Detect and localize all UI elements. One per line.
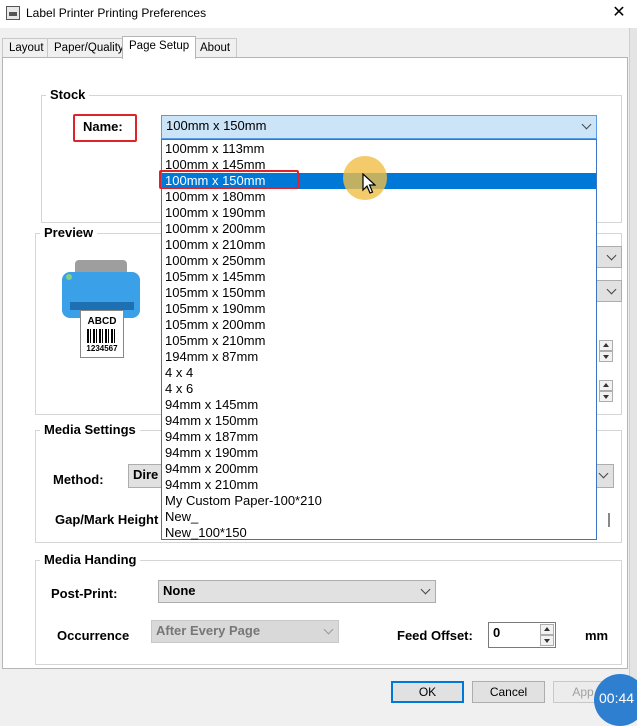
feed-offset-label: Feed Offset: [397, 628, 473, 643]
dropdown-option[interactable]: 94mm x 150mm [162, 413, 596, 429]
media-handling-group [35, 560, 622, 665]
dropdown-option[interactable]: 105mm x 145mm [162, 269, 596, 285]
dropdown-option[interactable]: 194mm x 87mm [162, 349, 596, 365]
tab-about[interactable]: About [193, 38, 238, 58]
dropdown-option[interactable]: 94mm x 190mm [162, 445, 596, 461]
cancel-button[interactable]: Cancel [472, 681, 545, 703]
feed-offset-unit: mm [585, 628, 609, 643]
stock-name-dropdown-list[interactable]: 100mm x 113mm 100mm x 145mm 100mm x 150mm 1… [161, 139, 597, 540]
arrow-up-icon [603, 343, 609, 347]
spin-up-button[interactable] [599, 380, 613, 391]
dropdown-option[interactable]: 100mm x 210mm [162, 237, 596, 253]
dropdown-option[interactable]: 100mm x 200mm [162, 221, 596, 237]
dropdown-option[interactable]: 94mm x 200mm [162, 461, 596, 477]
label-paper: ABCD 1234567 [80, 310, 124, 358]
chevron-down-icon [606, 284, 617, 295]
timer-text: 00:44 [599, 690, 635, 706]
occurrence-value: After Every Page [156, 623, 261, 638]
method-label: Method: [53, 472, 104, 487]
feed-offset-value: 0 [493, 625, 501, 640]
label-printer-illustration: ABCD 1234567 [60, 258, 144, 358]
dropdown-option[interactable]: 4 x 4 [162, 365, 596, 381]
dropdown-option[interactable]: 105mm x 150mm [162, 285, 596, 301]
close-button[interactable]: ✕ [602, 2, 636, 26]
media-settings-legend: Media Settings [40, 422, 140, 437]
dropdown-option[interactable]: 94mm x 210mm [162, 477, 596, 493]
ok-button[interactable]: OK [391, 681, 464, 703]
arrow-down-icon [544, 639, 550, 643]
dropdown-option[interactable]: My Custom Paper-100*210 [162, 493, 596, 509]
printer-app-icon [6, 6, 20, 20]
gap-mark-height-input-edge[interactable] [608, 513, 610, 527]
barcode-number: 1234567 [86, 344, 118, 353]
tab-page-setup[interactable]: Page Setup [122, 36, 197, 59]
arrow-up-icon [603, 383, 609, 387]
name-label-highlight [73, 114, 137, 142]
mouse-pointer-icon [362, 173, 376, 194]
dropdown-option[interactable]: 94mm x 145mm [162, 397, 596, 413]
preview-spin-2[interactable] [599, 380, 615, 406]
occurrence-label: Occurrence [57, 628, 130, 643]
arrow-up-icon [544, 627, 550, 631]
dropdown-option[interactable]: 100mm x 113mm [162, 141, 596, 157]
post-print-combo[interactable]: None [158, 580, 436, 603]
stock-legend: Stock [46, 87, 90, 102]
preview-spin-1[interactable] [599, 340, 615, 366]
recording-timer: 00:44 [594, 674, 637, 726]
arrow-down-icon [603, 355, 609, 359]
media-handling-legend: Media Handing [40, 552, 141, 567]
window-title: Label Printer Printing Preferences [26, 6, 207, 20]
feed-offset-spin-buttons [540, 624, 554, 646]
dropdown-option[interactable]: New_100*150 [162, 525, 596, 541]
method-value: Dire [133, 467, 159, 482]
chevron-down-icon [420, 584, 431, 595]
spin-down-button[interactable] [540, 635, 554, 646]
dropdown-option[interactable]: 105mm x 190mm [162, 301, 596, 317]
dropdown-option[interactable]: 100mm x 190mm [162, 205, 596, 221]
feed-offset-spinner[interactable]: 0 [488, 622, 556, 648]
selected-option-highlight [159, 170, 299, 189]
title-bar: Label Printer Printing Preferences ✕ [0, 0, 637, 28]
preview-legend: Preview [40, 225, 98, 240]
chevron-down-icon [323, 624, 334, 635]
dropdown-option[interactable]: 4 x 6 [162, 381, 596, 397]
dropdown-option[interactable]: New_ [162, 509, 596, 525]
chevron-down-icon [581, 119, 592, 130]
spin-up-button[interactable] [599, 340, 613, 351]
tab-layout[interactable]: Layout [2, 38, 51, 58]
dropdown-option[interactable]: 105mm x 200mm [162, 317, 596, 333]
printer-slot [70, 302, 134, 310]
spin-down-button[interactable] [599, 351, 613, 362]
dropdown-option[interactable]: 94mm x 187mm [162, 429, 596, 445]
stock-name-value: 100mm x 150mm [166, 118, 267, 133]
gap-mark-height-label: Gap/Mark Height [55, 512, 159, 527]
chevron-down-icon [598, 468, 609, 479]
dropdown-option[interactable]: 105mm x 210mm [162, 333, 596, 349]
dropdown-option[interactable]: 100mm x 250mm [162, 253, 596, 269]
tab-paper-quality[interactable]: Paper/Quality [47, 38, 131, 58]
background-window-edge [629, 28, 637, 709]
stock-name-combo[interactable]: 100mm x 150mm [161, 115, 597, 139]
post-print-label: Post-Print: [51, 586, 118, 601]
spin-down-button[interactable] [599, 391, 613, 402]
spin-up-button[interactable] [540, 624, 554, 635]
occurrence-combo[interactable]: After Every Page [151, 620, 339, 643]
printer-side-light [66, 274, 72, 280]
arrow-down-icon [603, 395, 609, 399]
chevron-down-icon [606, 250, 617, 261]
post-print-value: None [163, 583, 196, 598]
barcode-icon [87, 329, 117, 343]
label-text: ABCD [87, 316, 117, 327]
